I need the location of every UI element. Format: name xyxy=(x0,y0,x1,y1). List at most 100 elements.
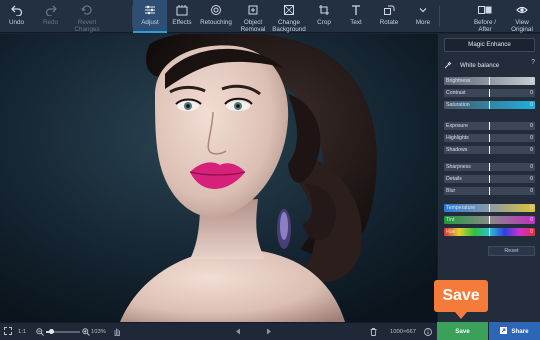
zoom-out-icon[interactable] xyxy=(36,323,44,340)
tab-adjust-label: Adjust xyxy=(141,19,159,26)
slider-handle[interactable] xyxy=(489,204,490,212)
tab-text[interactable]: Text xyxy=(341,0,371,33)
slider-value: 0 xyxy=(530,135,533,141)
slider-value: 0 xyxy=(530,229,533,235)
slider-label: Tint xyxy=(446,217,455,223)
tab-text-label: Text xyxy=(350,19,362,26)
slider-label: Highlights xyxy=(446,135,469,141)
white-balance-row[interactable]: White balance ? xyxy=(444,59,535,71)
tab-object-removal[interactable]: Object Removal xyxy=(236,0,270,33)
undo-button[interactable]: Undo xyxy=(0,0,33,33)
reset-button[interactable]: Reset xyxy=(488,246,535,256)
slider-value: 0 xyxy=(530,147,533,153)
undo-icon xyxy=(10,4,24,16)
slider-handle[interactable] xyxy=(489,175,490,183)
slider-handle[interactable] xyxy=(489,228,490,236)
redo-button[interactable]: Redo xyxy=(34,0,67,33)
slider-brightness[interactable]: Brightness 0 xyxy=(444,77,535,85)
magic-enhance-button[interactable]: Magic Enhance xyxy=(444,38,535,52)
tab-effects-label: Effects xyxy=(172,19,192,26)
help-icon[interactable]: ? xyxy=(531,59,535,66)
previous-image-icon[interactable] xyxy=(235,323,241,340)
slider-value: 0 xyxy=(530,205,533,211)
undo-label: Undo xyxy=(8,19,25,26)
crop-icon xyxy=(317,4,331,16)
tab-change-background-label: Change Background xyxy=(272,19,306,33)
slider-handle[interactable] xyxy=(489,77,490,85)
slider-label: Exposure xyxy=(446,123,468,129)
actual-size-button[interactable]: 1:1 xyxy=(18,323,26,340)
photo-canvas[interactable] xyxy=(0,34,437,322)
info-icon[interactable] xyxy=(424,323,432,340)
redo-icon xyxy=(44,4,58,16)
slider-handle[interactable] xyxy=(489,122,490,130)
zoom-slider[interactable] xyxy=(46,323,80,340)
share-icon xyxy=(500,326,508,336)
trash-icon[interactable] xyxy=(370,323,377,340)
slider-handle[interactable] xyxy=(489,216,490,224)
image-dimensions: 1000×667 xyxy=(390,328,416,335)
revert-label: Revert Changes xyxy=(74,19,100,33)
slider-shadows[interactable]: Shadows 0 xyxy=(444,146,535,154)
tab-rotate-label: Rotate xyxy=(379,19,399,26)
hand-icon[interactable] xyxy=(113,323,121,340)
slider-temperature[interactable]: Temperature 0 xyxy=(444,204,535,212)
eraser-icon xyxy=(246,4,260,16)
slider-details[interactable]: Details 0 xyxy=(444,175,535,183)
slider-handle[interactable] xyxy=(489,163,490,171)
slider-label: Shadows xyxy=(446,147,468,153)
tab-adjust[interactable]: Adjust xyxy=(133,0,167,33)
share-button[interactable]: Share xyxy=(489,322,540,340)
slider-contrast[interactable]: Contrast 0 xyxy=(444,89,535,97)
slider-label: Temperature xyxy=(446,205,476,211)
slider-handle[interactable] xyxy=(489,134,490,142)
tab-effects[interactable]: Effects xyxy=(168,0,196,33)
more-label: More xyxy=(415,19,431,26)
slider-value: 0 xyxy=(530,217,533,223)
before-after-icon xyxy=(478,4,492,16)
slider-highlights[interactable]: Highlights 0 xyxy=(444,134,535,142)
zoom-level: 103% xyxy=(91,328,106,335)
background-icon xyxy=(282,4,296,16)
slider-handle[interactable] xyxy=(489,146,490,154)
tab-crop-label: Crop xyxy=(317,19,331,26)
white-balance-label: White balance xyxy=(460,61,500,69)
next-image-icon[interactable] xyxy=(266,323,272,340)
bottom-bar: 1:1 103% 1000×667 xyxy=(0,322,437,340)
slider-tint[interactable]: Tint 0 xyxy=(444,216,535,224)
slider-handle[interactable] xyxy=(489,101,490,109)
fit-to-screen-button[interactable] xyxy=(4,323,12,340)
more-button[interactable]: More xyxy=(408,0,438,33)
slider-label: Hue xyxy=(446,229,456,235)
slider-label: Brightness xyxy=(446,78,471,84)
tab-retouching-label: Retouching xyxy=(200,19,232,26)
slider-value: 0 xyxy=(530,164,533,170)
view-original-button[interactable]: View Original xyxy=(504,0,540,33)
slider-blur[interactable]: Blur 0 xyxy=(444,187,535,195)
effects-icon xyxy=(175,4,189,16)
slider-handle[interactable] xyxy=(489,89,490,97)
save-button[interactable]: Save xyxy=(437,322,488,340)
slider-saturation[interactable]: Saturation 0 xyxy=(444,101,535,109)
tab-retouching[interactable]: Retouching xyxy=(197,0,235,33)
revert-changes-button[interactable]: Revert Changes xyxy=(68,0,106,33)
slider-label: Details xyxy=(446,176,462,182)
slider-value: 0 xyxy=(530,176,533,182)
slider-value: 0 xyxy=(530,102,533,108)
slider-exposure[interactable]: Exposure 0 xyxy=(444,122,535,130)
before-after-button[interactable]: Before / After xyxy=(468,0,502,33)
tab-change-background[interactable]: Change Background xyxy=(271,0,307,33)
zoom-slider-handle[interactable] xyxy=(49,328,54,334)
rotate-icon xyxy=(382,4,396,16)
slider-value: 0 xyxy=(530,188,533,194)
zoom-in-icon[interactable] xyxy=(82,323,90,340)
tab-rotate[interactable]: Rotate xyxy=(372,0,406,33)
view-original-label: View Original xyxy=(511,19,533,33)
slider-hue[interactable]: Hue 0 xyxy=(444,228,535,236)
slider-sharpness[interactable]: Sharpness 0 xyxy=(444,163,535,171)
tab-crop[interactable]: Crop xyxy=(308,0,340,33)
eyedropper-icon[interactable] xyxy=(444,56,452,74)
adjust-panel: Magic Enhance White balance ? Brightness… xyxy=(437,34,540,322)
slider-handle[interactable] xyxy=(489,187,490,195)
slider-label: Sharpness xyxy=(446,164,471,170)
